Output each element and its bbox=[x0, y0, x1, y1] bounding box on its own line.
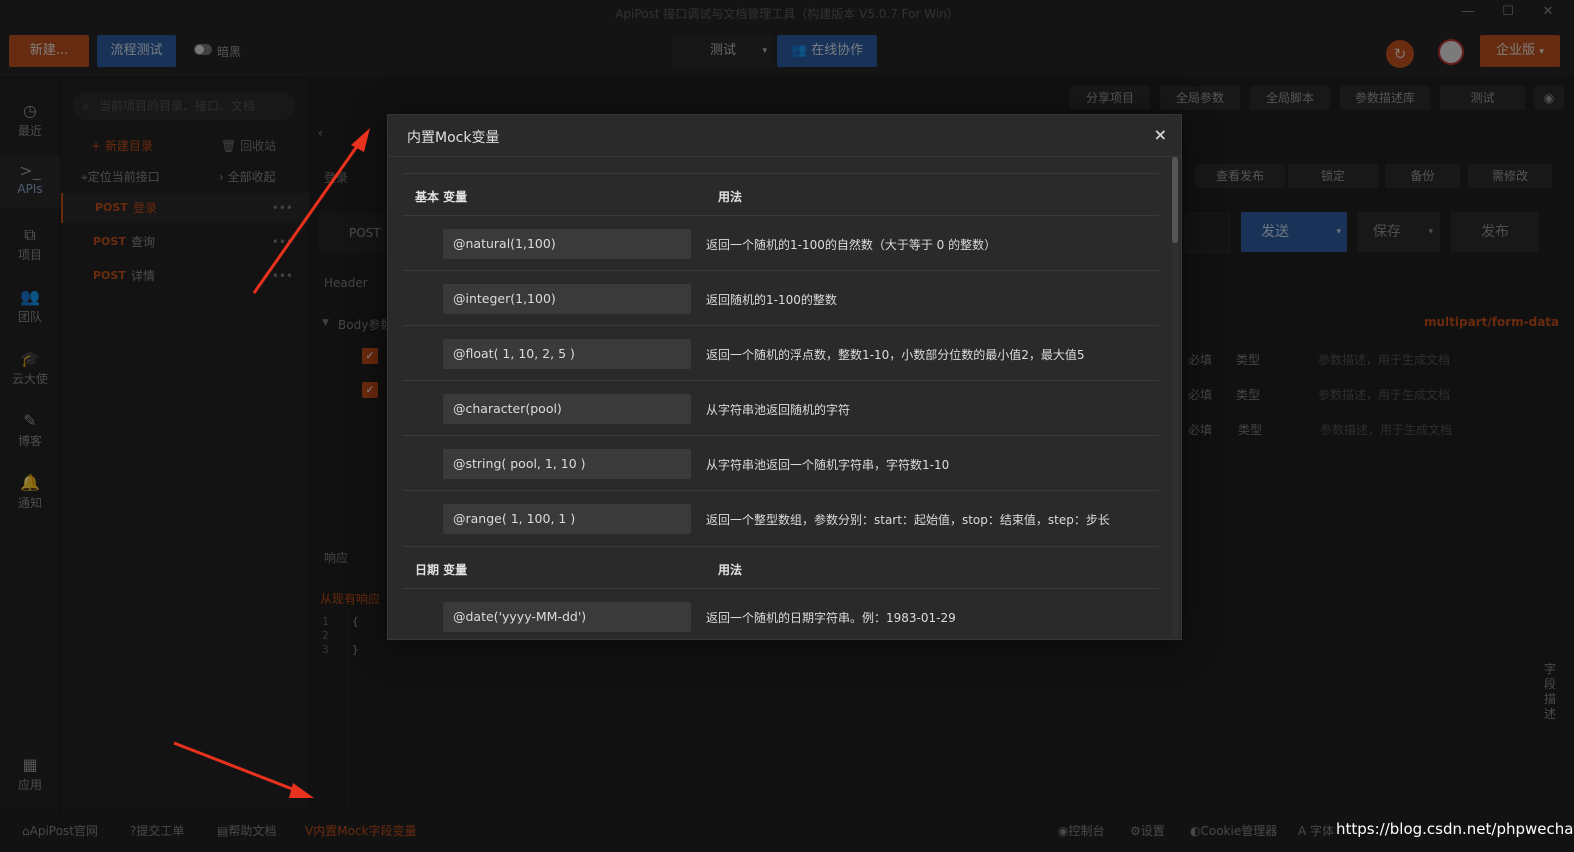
annotation-arrow-head bbox=[289, 783, 314, 798]
watermark-text: https://blog.csdn.net/phpwechat bbox=[1336, 820, 1574, 838]
annotation-arrows bbox=[173, 128, 370, 798]
annotation-arrow-line bbox=[252, 141, 362, 294]
annotation-arrow-line bbox=[173, 741, 301, 794]
